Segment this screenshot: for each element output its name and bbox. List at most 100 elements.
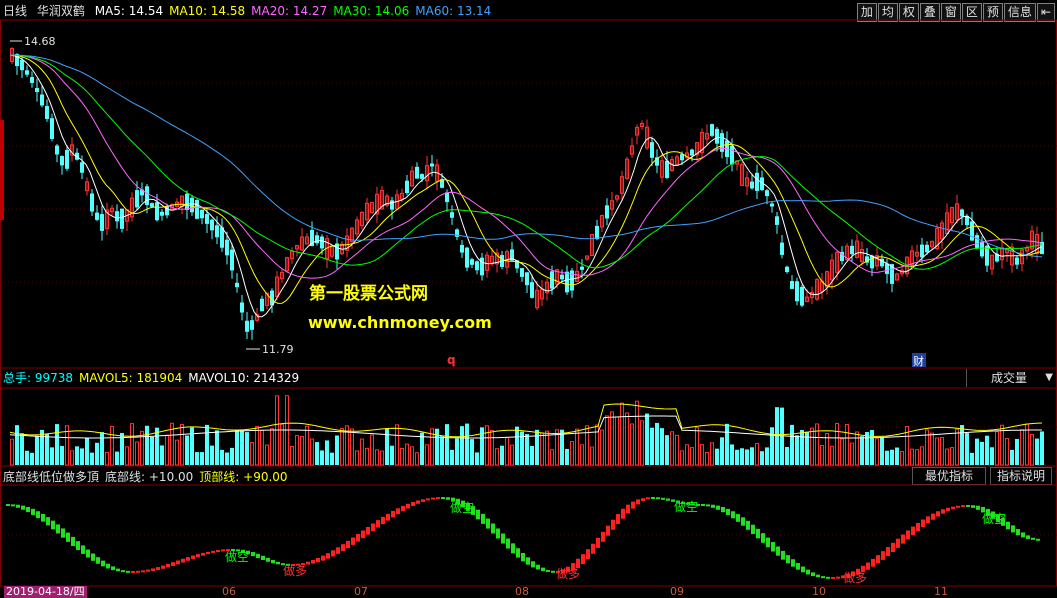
marker-cai: 财 <box>913 354 924 368</box>
indicator-bar <box>701 504 705 507</box>
volume-bar-up <box>915 449 919 466</box>
candle-down <box>870 255 874 269</box>
volume-bar-up <box>370 434 374 466</box>
candle-down <box>710 124 714 136</box>
volume-bar-down <box>535 429 539 465</box>
volume-bar-down <box>800 430 804 465</box>
volume-bar-up <box>1005 437 1009 466</box>
candle-down <box>775 216 779 225</box>
volume-bar-down <box>210 445 214 465</box>
indicator-bar <box>821 576 825 579</box>
indicator-bar <box>181 558 185 563</box>
indicator-bar <box>101 560 105 567</box>
indicator-bar <box>511 543 515 554</box>
indicator-bar <box>926 516 930 524</box>
indicator-bar <box>166 563 170 568</box>
candle-down <box>985 245 989 266</box>
indicator-bar <box>871 558 875 567</box>
candle-down <box>45 106 49 119</box>
volume-bar-up <box>910 448 914 466</box>
indicator-bar <box>916 522 920 532</box>
volume-bar-down <box>750 447 754 465</box>
candle-down <box>65 149 69 169</box>
candle-down <box>715 128 719 144</box>
volume-bar-up <box>355 450 359 466</box>
volume-bar-up <box>830 445 834 466</box>
volume-bar-down <box>965 433 969 465</box>
indicator-bar <box>751 524 755 535</box>
volume-bar-down <box>1040 431 1044 465</box>
candle-down <box>210 219 214 231</box>
indicator-bar <box>211 550 215 553</box>
volume-bar-up <box>855 431 859 466</box>
indicator-bar <box>791 559 795 567</box>
volume-bar-down <box>385 428 389 465</box>
volume-bar-down <box>655 422 659 465</box>
volume-bar-down <box>455 438 459 465</box>
indicator-bar <box>876 555 880 564</box>
volume-bar-up <box>955 428 959 466</box>
volume-bar-down <box>980 441 984 465</box>
volume-bar-up <box>585 425 589 466</box>
volume-bar-up <box>680 450 684 466</box>
candle-down <box>235 282 239 288</box>
indicator-bar <box>266 557 270 562</box>
indicator-bar <box>346 540 350 549</box>
indicator-bar <box>621 508 625 519</box>
volume-bar-down <box>40 429 44 465</box>
volume-bar-up <box>495 448 499 466</box>
indicator-bar <box>956 505 960 508</box>
volume-bar-up <box>600 429 604 466</box>
volume-bar-up <box>810 427 814 466</box>
indicator-bar <box>521 552 525 562</box>
indicator-bar <box>776 546 780 556</box>
indicator-signal-4: 做空 <box>674 499 698 514</box>
indicator-bar <box>826 576 830 579</box>
indicator-bar <box>96 557 100 564</box>
volume-bar-down <box>450 449 454 465</box>
indicator-bar <box>961 505 965 508</box>
indicator-bar <box>131 570 135 573</box>
volume-bar-down <box>515 426 519 465</box>
volume-bar-up <box>125 446 129 466</box>
indicator-bar <box>706 504 710 507</box>
indicator-bar <box>436 497 440 500</box>
indicator-bar <box>801 566 805 573</box>
volume-bar-down <box>205 424 209 465</box>
volume-bar-up <box>130 423 134 466</box>
indicator-bar <box>311 559 315 564</box>
candle-down <box>450 212 454 218</box>
indicator-bar <box>646 497 650 500</box>
volume-bar-down <box>330 452 334 465</box>
indicator-bar <box>76 541 80 551</box>
indicator-bar <box>661 497 665 500</box>
candle-down <box>190 197 194 213</box>
current-date-label: 2019-04-18/四 <box>4 585 87 598</box>
indicator-bar <box>331 550 335 557</box>
chart-canvas[interactable]: 14.68 11.79 q 财做空做多 做空做多 做空做多 做空 <box>0 0 1057 598</box>
volume-bar-down <box>885 450 889 465</box>
candle-down <box>605 205 609 219</box>
volume-bar-up <box>250 441 254 466</box>
candle-down <box>980 241 984 257</box>
volume-bar-up <box>540 432 544 466</box>
indicator-bar <box>1031 537 1035 540</box>
volume-bar-up <box>295 435 299 466</box>
indicator-bar <box>356 533 360 542</box>
volume-bar-up <box>255 426 259 466</box>
volume-bar-down <box>560 429 564 465</box>
indicator-bar <box>506 538 510 549</box>
candle-down <box>420 174 424 179</box>
volume-bar-down <box>865 432 869 465</box>
candle-down <box>155 202 159 221</box>
indicator-bar <box>26 506 30 513</box>
candle-down <box>570 270 574 291</box>
candle-down <box>250 320 254 330</box>
indicator-bar <box>176 560 180 565</box>
candle-down <box>650 142 654 158</box>
indicator-bar <box>31 508 35 515</box>
indicator-bar <box>781 550 785 560</box>
volume-bar-down <box>645 413 649 465</box>
volume-bar-down <box>795 435 799 465</box>
indicator-bar <box>371 523 375 532</box>
